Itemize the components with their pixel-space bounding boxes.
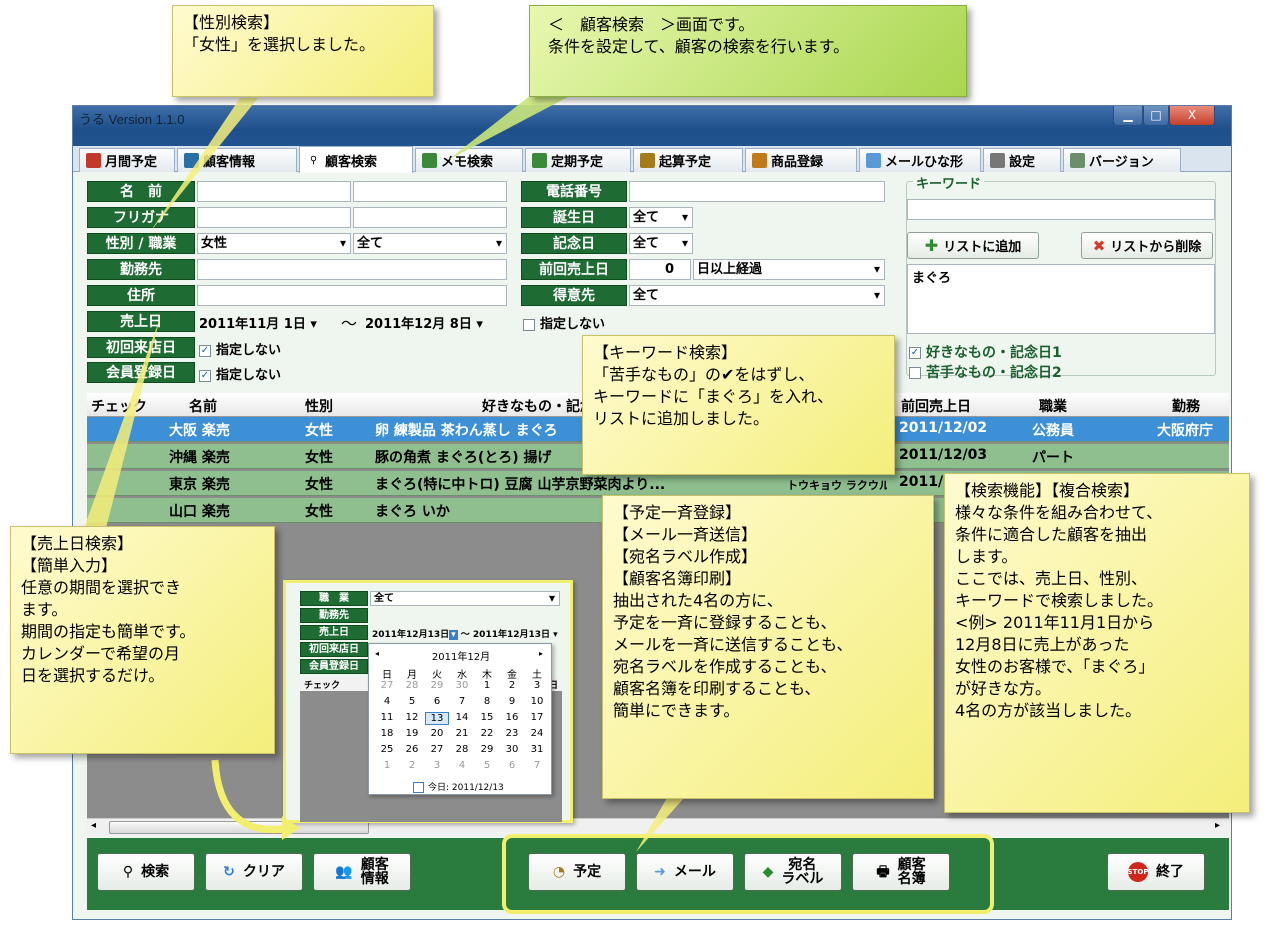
note-line: カレンダーで希望の月	[21, 644, 181, 663]
note-line: 任意の期間を選択でき	[21, 578, 182, 597]
note-line: 様々な条件を組み合わせて、	[955, 503, 1163, 522]
note-line: 予定を一斉に登録することも、	[613, 613, 837, 632]
note-gender-search: 【性別検索】「女性」を選択しました。	[172, 5, 434, 97]
note-sale-date-search: 【売上日検索】 【簡単入力】任意の期間を選択でき ます。期間の指定も簡単です。 カレン…	[10, 526, 275, 754]
note-line: 【キーワード検索】	[593, 343, 738, 362]
note-line: 4名の方が該当しました。	[955, 701, 1142, 720]
note-line: 条件を設定して、顧客の検索を行います。	[548, 37, 850, 56]
note-line: が好きな方。	[955, 679, 1052, 698]
note-line: 女性のお客様で、「まぐろ」	[955, 657, 1155, 676]
note-line: キーワードに「まぐろ」を入れ、	[593, 387, 834, 406]
note-line: 【性別検索】	[183, 13, 280, 32]
note-line: 条件に適合した顧客を抽出	[955, 525, 1148, 544]
note-screen-intro: ＜ 顧客検索 ＞画面です。条件を設定して、顧客の検索を行います。	[529, 5, 967, 97]
note-line: リストに追加しました。	[593, 409, 770, 428]
note-line: 日を選択するだけ。	[21, 666, 165, 685]
note-line: 【簡単入力】	[21, 556, 118, 575]
note-bulk-actions: 【予定一斉登録】 【メール一斉送信】 【宛名ラベル作成】 【顧客名簿印刷】抽出された4…	[602, 495, 934, 799]
note-line: 12月8日に売上があった	[955, 635, 1130, 654]
note-line: 「苦手なもの」の✔をはずし、	[593, 365, 815, 384]
note-line: 【予定一斉登録】	[613, 503, 742, 522]
note-line: 期間の指定も簡単です。	[21, 622, 196, 641]
note-line: 【宛名ラベル作成】	[613, 547, 758, 566]
note-line: 【顧客名簿印刷】	[613, 569, 742, 588]
note-line: 顧客名簿を印刷することも、	[613, 679, 821, 698]
note-line: メールを一斉に送信することも、	[613, 635, 853, 654]
note-line: 【メール一斉送信】	[613, 525, 758, 544]
note-line: ＜ 顧客検索 ＞画面です。	[548, 15, 755, 34]
note-line: します。	[955, 547, 1018, 566]
note-line: キーワードで検索しました。	[955, 591, 1164, 610]
note-line: 抽出された4名の方に、	[613, 591, 783, 610]
note-line: 【検索機能】【複合検索】	[955, 481, 1140, 500]
note-line: ここでは、売上日、性別、	[955, 569, 1148, 588]
note-keyword-search: 【キーワード検索】「苦手なもの」の✔をはずし、 キーワードに「まぐろ」を入れ、 リス…	[582, 335, 895, 475]
note-line: 【売上日検索】	[21, 534, 134, 553]
note-line: 簡単にできます。	[613, 701, 740, 720]
note-line: 宛名ラベルを作成することも、	[613, 657, 837, 676]
note-search-feature: 【検索機能】【複合検索】様々な条件を組み合わせて、 条件に適合した顧客を抽出 します…	[944, 473, 1250, 813]
note-line: 「女性」を選択しました。	[183, 35, 376, 54]
note-line: ます。	[21, 600, 68, 619]
note-line: <例> 2011年11月1日から	[955, 613, 1155, 632]
